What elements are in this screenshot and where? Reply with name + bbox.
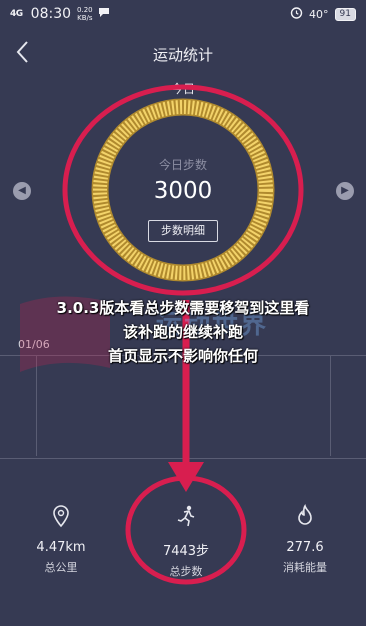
network-speed-unit: KB/s xyxy=(77,14,93,22)
network-speed: 0.20 KB/s xyxy=(77,6,93,22)
chart-gridline xyxy=(36,356,37,456)
battery-indicator: 91 xyxy=(334,7,356,21)
stat-distance-label: 总公里 xyxy=(44,561,78,574)
chat-icon xyxy=(98,7,110,22)
stats-row: 4.47km 总公里 7443步 总步数 277.6 消耗能量 xyxy=(0,500,366,590)
status-time: 08:30 xyxy=(30,6,72,22)
page-title: 运动统计 xyxy=(152,46,213,64)
location-pin-icon xyxy=(0,500,122,532)
annotation-line-2: 该补跑的继续补跑 xyxy=(122,323,243,341)
step-ring: 今日步数 3000 步数明细 ◀ ▶ xyxy=(0,90,366,310)
step-count: 3000 xyxy=(153,178,213,204)
runner-icon xyxy=(125,500,247,532)
network-indicator: 4G xyxy=(10,9,23,19)
annotation-text: 3.0.3版本看总步数需要移驾到这里看 该补跑的继续补跑 首页显示不影响你任何 xyxy=(0,296,366,368)
flame-icon xyxy=(244,500,366,532)
stat-steps: 7443步 总步数 xyxy=(125,500,247,579)
annotation-line-3: 首页显示不影响你任何 xyxy=(107,347,258,365)
step-detail-button[interactable]: 步数明细 xyxy=(148,220,218,242)
chevron-right-icon: ▶ xyxy=(341,185,349,196)
chevron-left-icon: ◀ xyxy=(18,185,26,196)
chart-gridline xyxy=(330,356,331,456)
stat-energy: 277.6 消耗能量 xyxy=(244,500,366,575)
stat-energy-value: 277.6 xyxy=(286,540,324,555)
step-ring-label: 今日步数 xyxy=(158,158,207,172)
annotation-line-1: 3.0.3版本看总步数需要移驾到这里看 xyxy=(56,299,310,317)
stat-energy-label: 消耗能量 xyxy=(283,561,327,574)
network-speed-value: 0.20 xyxy=(77,6,93,14)
prev-day-button[interactable]: ◀ xyxy=(13,182,31,200)
stat-steps-value: 7443步 xyxy=(162,544,210,559)
stat-distance-value: 4.47km xyxy=(36,540,86,555)
chart-baseline xyxy=(0,458,366,459)
nav-bar: 运动统计 xyxy=(0,34,366,72)
alarm-icon xyxy=(290,6,303,22)
stat-distance: 4.47km 总公里 xyxy=(0,500,122,575)
stat-steps-label: 总步数 xyxy=(169,565,203,578)
temperature: 40° xyxy=(309,7,329,21)
status-bar: 4G 08:30 0.20 KB/s 40° 91 xyxy=(0,0,366,28)
next-day-button[interactable]: ▶ xyxy=(336,182,354,200)
